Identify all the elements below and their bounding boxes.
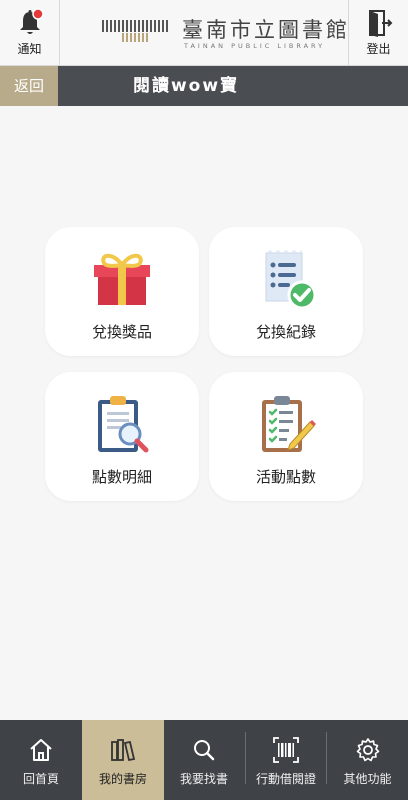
logout-button[interactable]: 登出 — [348, 0, 408, 66]
receipt-check-icon — [265, 250, 317, 310]
nav-label: 我要找書 — [179, 772, 228, 786]
logo-subtitle: TAINAN PUBLIC LIBRARY — [184, 42, 326, 50]
logout-door-icon — [368, 10, 392, 37]
logo-title: 臺南市立圖書館 — [182, 18, 350, 42]
card-label: 兌換獎品 — [91, 323, 152, 341]
home-icon — [30, 739, 52, 761]
checklist-pencil-icon — [262, 396, 316, 452]
notification-badge — [31, 8, 44, 20]
bell-icon — [19, 8, 44, 34]
barcode-icon — [273, 737, 299, 763]
back-button[interactable]: 返回 — [0, 66, 58, 106]
bottom-navigation: 回首頁 我的書房 我要找書 行動借閱證 其他功能 — [0, 720, 408, 800]
app-header: 通知 臺南市立圖書館 TAINAN PUBLIC LIBRARY 登出 — [0, 0, 408, 66]
points-detail-card[interactable]: 點數明細 — [45, 372, 199, 501]
clipboard-search-icon — [98, 396, 149, 453]
nav-label: 我的書房 — [98, 772, 147, 786]
logout-label: 登出 — [366, 42, 391, 56]
books-icon — [111, 739, 136, 762]
nav-find-book[interactable]: 我要找書 — [164, 720, 244, 800]
page-title: 閱讀wow寶 — [132, 76, 240, 96]
logo-books-icon — [102, 20, 168, 42]
title-bar: 閱讀wow寶 返回 — [0, 66, 408, 106]
card-label: 點數明細 — [91, 468, 152, 486]
nav-mobile-card[interactable]: 行動借閱證 — [246, 720, 326, 800]
nav-label: 其他功能 — [343, 772, 392, 786]
card-label: 兌換紀錄 — [255, 323, 316, 341]
notification-button[interactable]: 通知 — [0, 0, 60, 66]
gift-icon — [94, 253, 150, 305]
card-label: 活動點數 — [255, 468, 316, 486]
nav-my-study[interactable]: 我的書房 — [82, 720, 164, 800]
nav-label: 行動借閱證 — [255, 772, 316, 786]
nav-other-functions[interactable]: 其他功能 — [327, 720, 408, 800]
redeem-prize-card[interactable]: 兌換獎品 — [45, 227, 199, 356]
nav-label: 回首頁 — [22, 772, 59, 786]
search-icon — [194, 740, 215, 761]
redeem-history-card[interactable]: 兌換紀錄 — [209, 227, 363, 356]
activity-points-card[interactable]: 活動點數 — [209, 372, 363, 501]
main-content: 兌換獎品 兌換紀錄 點數明細 活動點數 — [0, 106, 408, 720]
library-logo[interactable]: 臺南市立圖書館 TAINAN PUBLIC LIBRARY — [100, 14, 347, 54]
notification-label: 通知 — [17, 42, 42, 56]
gear-icon — [356, 738, 379, 762]
nav-home[interactable]: 回首頁 — [0, 720, 82, 800]
